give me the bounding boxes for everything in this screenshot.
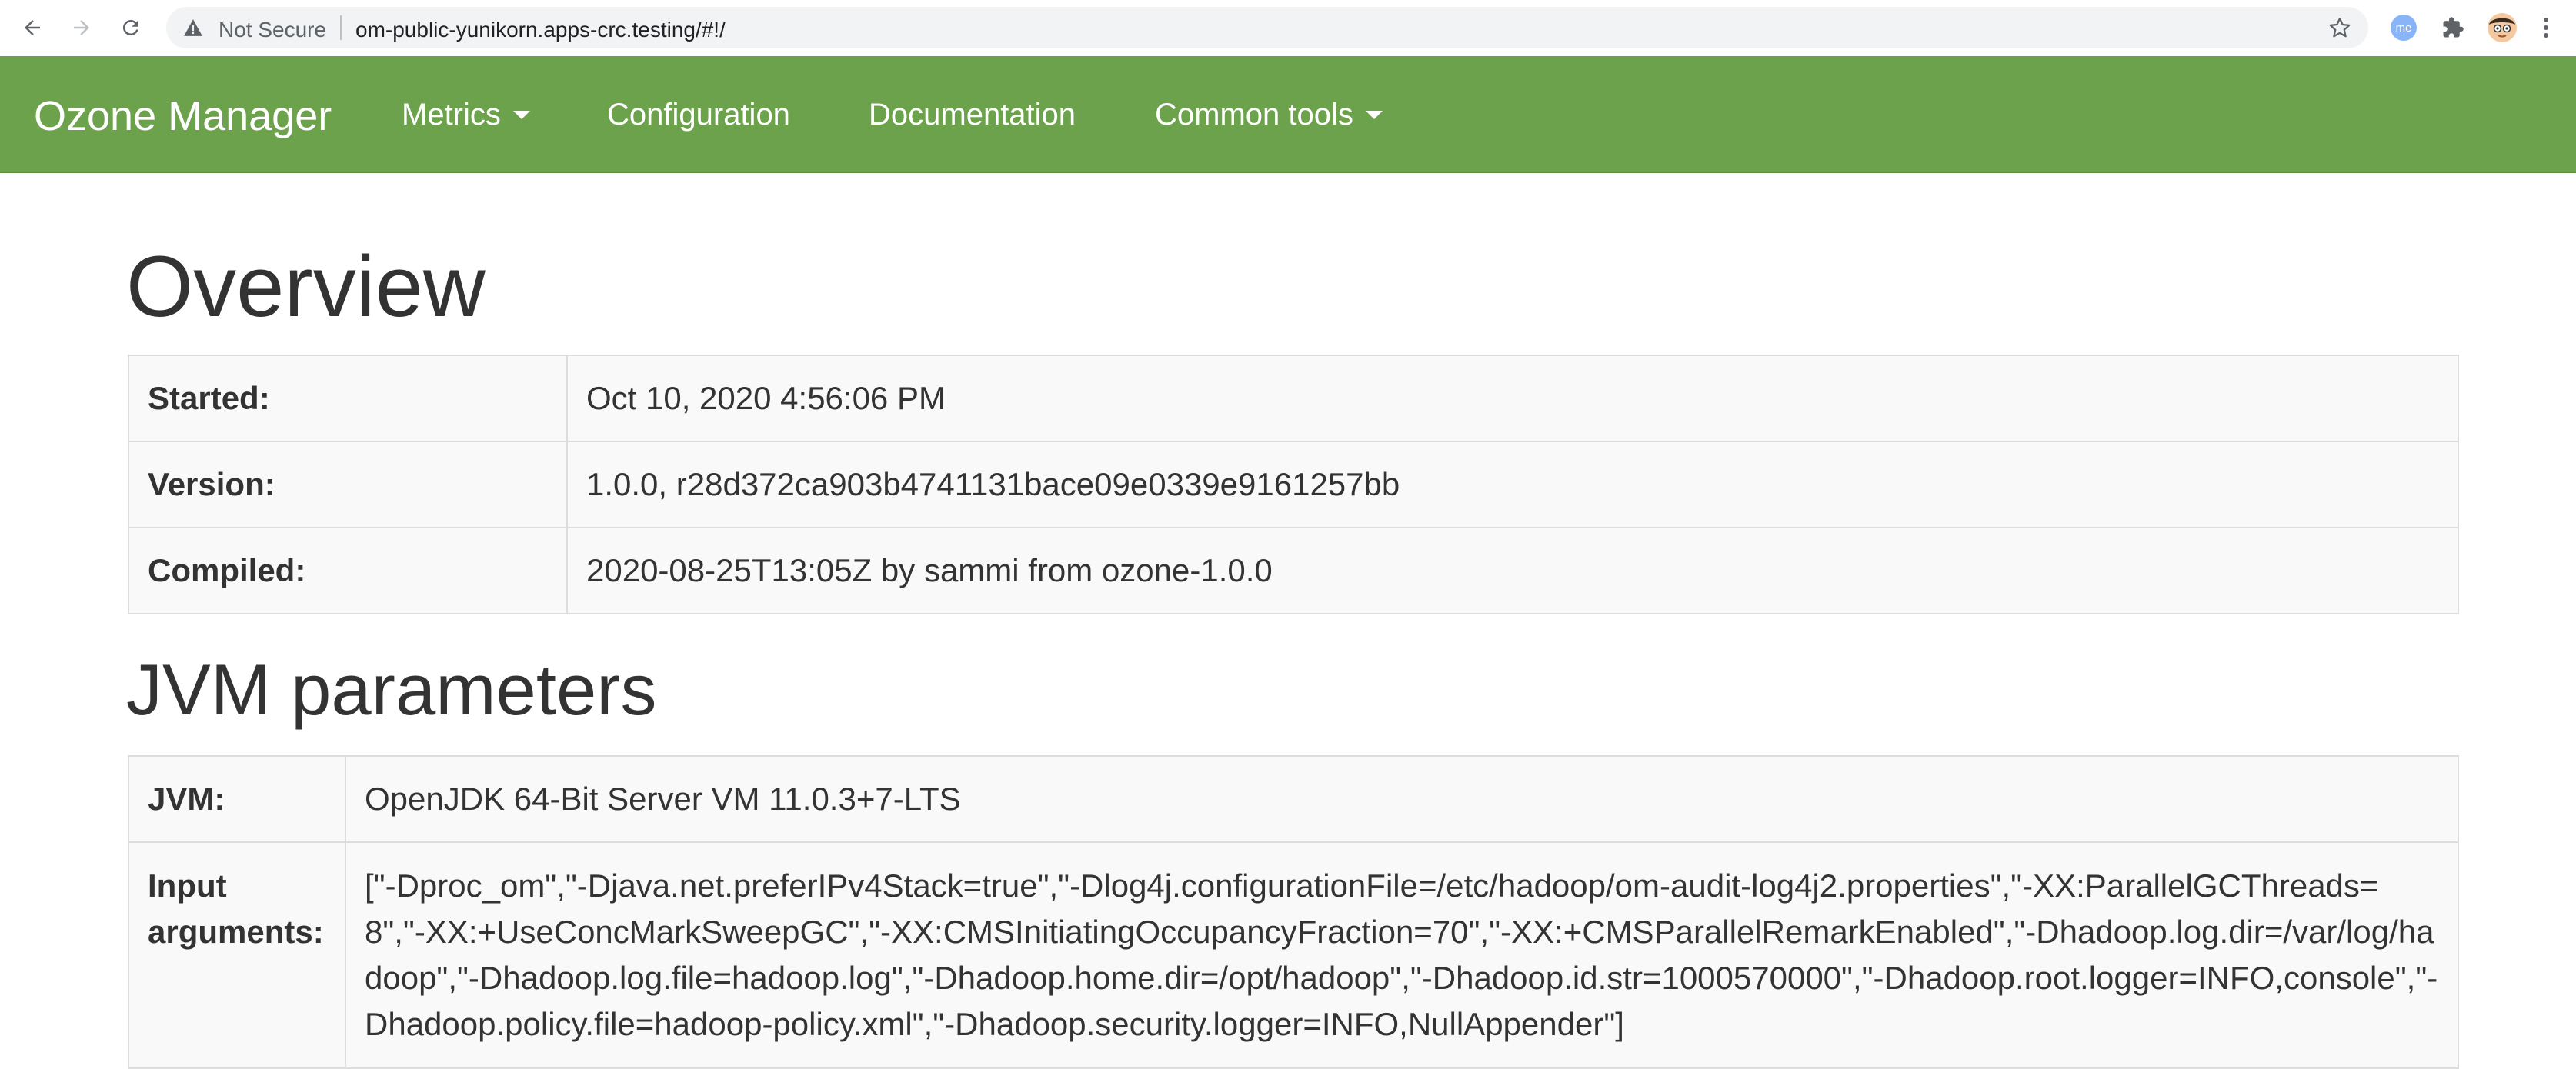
address-bar[interactable]: Not Secure om-public-yunikorn.apps-crc.t… [166, 7, 2368, 48]
avatar-icon [2488, 13, 2517, 42]
browser-menu-button[interactable] [2534, 11, 2558, 45]
table-row: Started: Oct 10, 2020 4:56:06 PM [128, 355, 2459, 442]
compiled-value: 2020-08-25T13:05Z by sammi from ozone-1.… [566, 527, 2459, 614]
input-arguments-value: ["-Dproc_om","-Djava.net.preferIPv4Stack… [345, 841, 2459, 1069]
nav-configuration-label: Configuration [607, 98, 790, 132]
overview-heading: Overview [126, 238, 486, 335]
overview-table: Started: Oct 10, 2020 4:56:06 PM Version… [128, 355, 2459, 614]
back-button[interactable] [15, 11, 49, 45]
table-row: Version: 1.0.0, r28d372ca903b4741131bace… [128, 441, 2459, 528]
app-navbar: Ozone Manager Metrics Configuration Docu… [0, 56, 2576, 173]
browser-toolbar: Not Secure om-public-yunikorn.apps-crc.t… [0, 0, 2576, 55]
jvm-parameters-heading: JVM parameters [126, 649, 657, 730]
nav-documentation-label: Documentation [869, 98, 1076, 132]
version-label: Version: [128, 441, 568, 528]
nav-configuration-link[interactable]: Configuration [607, 98, 790, 132]
profile-extension-button[interactable]: me [2387, 11, 2421, 45]
table-row: Input arguments: ["-Dproc_om","-Djava.ne… [128, 841, 2459, 1069]
omnibox-divider [340, 15, 342, 40]
forward-button[interactable] [65, 11, 98, 45]
reload-button[interactable] [114, 11, 148, 45]
nav-common-tools-label: Common tools [1155, 98, 1353, 132]
avatar-button[interactable] [2485, 11, 2519, 45]
brand-link[interactable]: Ozone Manager [34, 92, 332, 140]
started-value: Oct 10, 2020 4:56:06 PM [566, 355, 2459, 442]
input-arguments-label: Input arguments: [128, 841, 346, 1069]
jvm-value: OpenJDK 64-Bit Server VM 11.0.3+7-LTS [345, 755, 2459, 843]
reload-icon [122, 19, 138, 35]
nav-documentation-link[interactable]: Documentation [869, 98, 1076, 132]
caret-down-icon [1365, 111, 1383, 119]
bookmark-star-icon[interactable] [2328, 16, 2351, 39]
forward-arrow-icon [74, 20, 89, 35]
url-text[interactable]: om-public-yunikorn.apps-crc.testing/#!/ [355, 18, 726, 42]
not-secure-label[interactable]: Not Secure [219, 18, 326, 42]
version-value: 1.0.0, r28d372ca903b4741131bace09e0339e9… [566, 441, 2459, 528]
kebab-menu-icon [2544, 18, 2548, 38]
caret-down-icon [512, 111, 530, 119]
nav-common-tools-dropdown[interactable]: Common tools [1155, 98, 1383, 132]
table-row: Compiled: 2020-08-25T13:05Z by sammi fro… [128, 527, 2459, 614]
back-arrow-icon [25, 20, 40, 35]
puzzle-icon [2443, 17, 2464, 38]
table-row: JVM: OpenJDK 64-Bit Server VM 11.0.3+7-L… [128, 755, 2459, 843]
compiled-label: Compiled: [128, 527, 568, 614]
jvm-label: JVM: [128, 755, 346, 843]
warning-icon [184, 19, 202, 36]
started-label: Started: [128, 355, 568, 442]
nav-metrics-label: Metrics [402, 98, 501, 132]
extensions-button[interactable] [2436, 11, 2470, 45]
jvm-table: JVM: OpenJDK 64-Bit Server VM 11.0.3+7-L… [128, 755, 2459, 1069]
nav-metrics-dropdown[interactable]: Metrics [402, 98, 530, 132]
profile-badge-icon: me [2391, 15, 2417, 41]
